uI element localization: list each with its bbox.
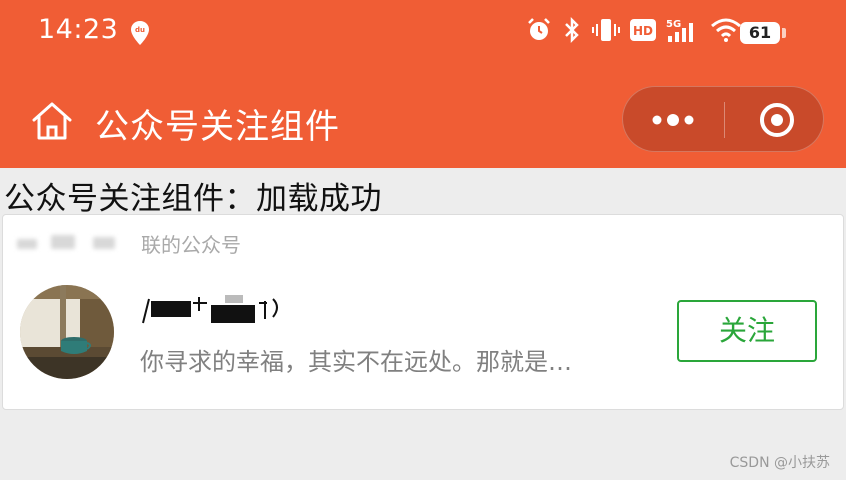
- wifi-icon: [710, 17, 742, 47]
- card-header: 联的公众号: [141, 233, 241, 257]
- home-icon[interactable]: [30, 100, 74, 146]
- bluetooth-icon: [562, 16, 582, 48]
- menu-capsule: [622, 86, 824, 152]
- account-description: 你寻求的幸福，其实不在远处。那就是…: [140, 348, 572, 376]
- page-title: 公众号关注组件: [95, 107, 340, 147]
- follow-button[interactable]: 关注: [677, 300, 817, 362]
- battery-tip: [782, 28, 786, 38]
- signal-5g-icon: 5G: [666, 17, 700, 47]
- alarm-icon: [526, 17, 552, 47]
- official-account-card: 联的公众号 你寻求的幸福，其实不在远处。那就是… 关注: [2, 214, 844, 410]
- status-bar: 14:23 du HD 5G 61: [0, 0, 846, 66]
- redacted-header-prefix: [17, 239, 37, 249]
- status-icons: HD 5G: [526, 16, 742, 48]
- close-capsule-icon: [760, 103, 794, 137]
- vibrate-icon: [592, 17, 620, 47]
- svg-text:du: du: [135, 26, 145, 34]
- more-icon: [652, 114, 694, 126]
- status-time: 14:23: [38, 14, 119, 45]
- mini-program-page: 14:23 du HD 5G 61 公众号关注组件 公众号关注组件：加载成功 联…: [0, 0, 846, 480]
- hd-label: HD: [633, 24, 653, 38]
- account-avatar[interactable]: [20, 285, 114, 379]
- hd-icon: HD: [630, 19, 656, 45]
- battery-level: 61: [740, 22, 780, 44]
- load-status-text: 公众号关注组件：加载成功: [4, 181, 382, 217]
- watermark: CSDN @小扶苏: [729, 455, 830, 471]
- location-pin-icon: du: [130, 20, 150, 50]
- navigation-bar: 公众号关注组件: [0, 66, 846, 168]
- more-button[interactable]: [623, 87, 723, 153]
- redacted-header-prefix: [93, 237, 115, 249]
- close-capsule-button[interactable]: [725, 87, 825, 153]
- redacted-header-prefix: [51, 235, 75, 249]
- content-area: 公众号关注组件：加载成功 联的公众号 你寻求的幸福，其实不在远处。那就是… 关注…: [0, 168, 846, 480]
- account-name-redacted: [141, 293, 291, 327]
- network-label: 5G: [666, 19, 681, 30]
